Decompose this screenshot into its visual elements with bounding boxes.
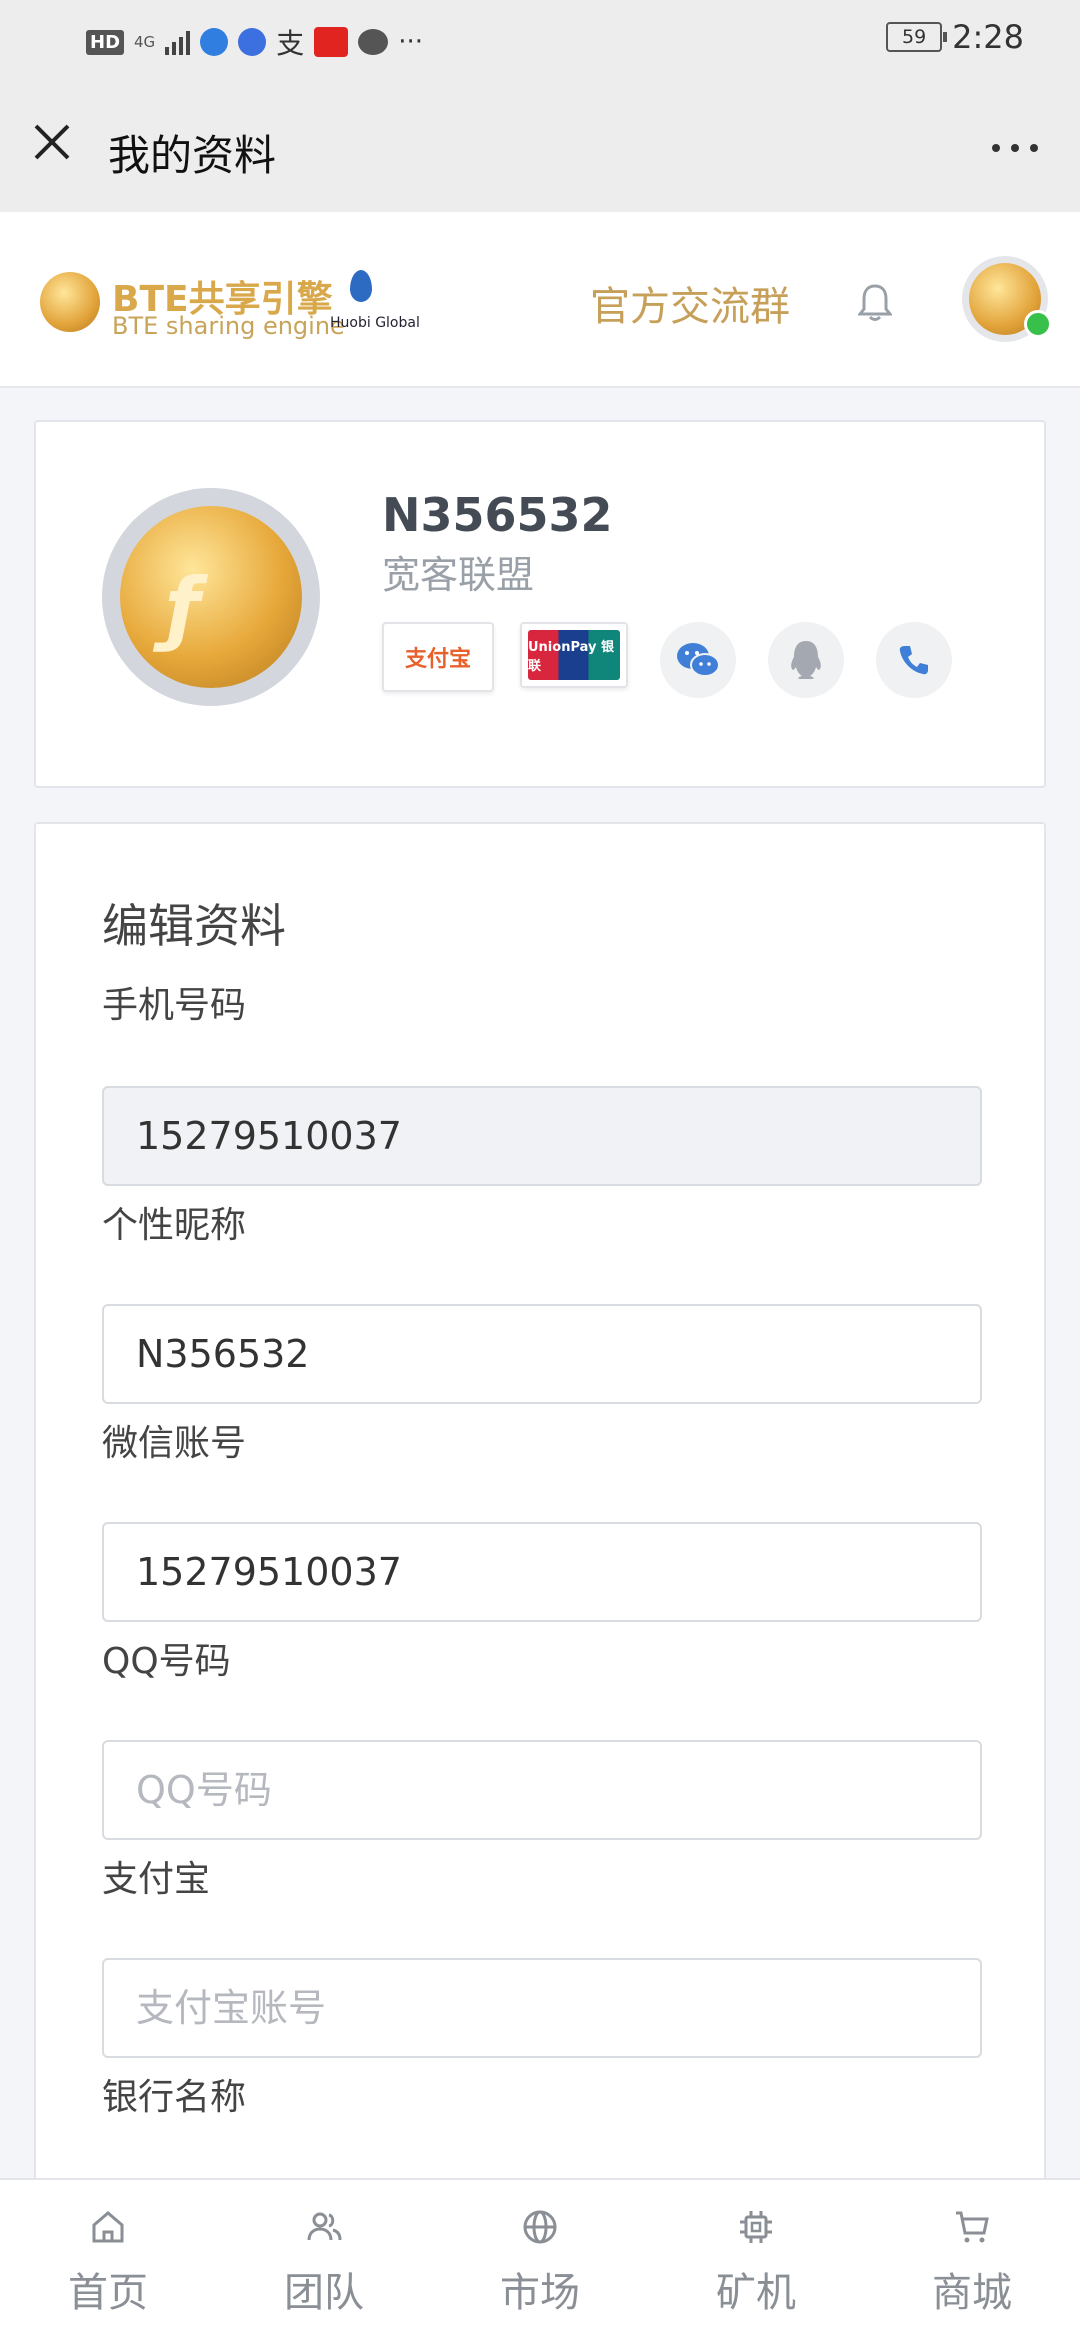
profile-card: ƒ N356532 宽客联盟 支付宝 UnionPay 银联 xyxy=(34,420,1046,788)
page-title: 我的资料 xyxy=(108,131,277,180)
baidu-icon xyxy=(238,28,267,56)
wechat-label: 微信账号 xyxy=(102,1423,247,1464)
title-bar: 我的资料 xyxy=(0,82,1080,212)
bottom-tab-bar: 首页 团队 市场 矿机 商城 xyxy=(0,2178,1080,2342)
notification-button[interactable] xyxy=(856,282,894,322)
clock: 2:28 xyxy=(952,18,1024,56)
globe-icon xyxy=(523,2210,557,2244)
nickname-field[interactable]: N356532 xyxy=(102,1304,982,1404)
tab-label: 矿机 xyxy=(716,2270,796,2316)
chip-icon xyxy=(740,2211,772,2243)
tab-store[interactable]: 商城 xyxy=(864,2180,1080,2342)
tab-label: 市场 xyxy=(500,2270,580,2316)
alipay-button[interactable]: 支付宝 xyxy=(382,622,494,692)
message-icon xyxy=(358,29,389,55)
qq-field[interactable]: QQ号码 xyxy=(102,1740,982,1840)
online-status-dot xyxy=(1024,310,1052,338)
wechat-button[interactable] xyxy=(660,622,736,698)
phone-field[interactable]: 15279510037 xyxy=(102,1086,982,1186)
alipay-icon: 支付宝 xyxy=(382,622,494,692)
unionpay-icon: UnionPay 银联 xyxy=(520,622,628,688)
profile-avatar: ƒ xyxy=(102,488,320,706)
more-menu-button[interactable] xyxy=(990,120,1040,160)
bank-label: 银行名称 xyxy=(102,2077,247,2118)
username: N356532 xyxy=(382,488,613,542)
unionpay-label: UnionPay 银联 xyxy=(528,630,620,680)
network-type: 4G xyxy=(134,33,156,51)
more-icon xyxy=(992,144,1038,152)
tab-home[interactable]: 首页 xyxy=(0,2180,216,2342)
nickname-label: 个性昵称 xyxy=(102,1205,247,1246)
edit-section-title: 编辑资料 xyxy=(102,899,286,953)
phone-label: 手机号码 xyxy=(102,985,247,1026)
official-group-link[interactable]: 官方交流群 xyxy=(590,274,790,332)
huobi-logo-icon xyxy=(350,270,372,302)
tab-team[interactable]: 团队 xyxy=(216,2180,432,2342)
tab-label: 首页 xyxy=(68,2270,148,2316)
tab-label: 商城 xyxy=(932,2270,1012,2316)
edit-profile-card: 编辑资料 手机号码 15279510037 个性昵称 N356532 微信账号 … xyxy=(34,822,1046,2222)
tab-label: 团队 xyxy=(284,2270,364,2316)
app-notify-icon xyxy=(314,27,349,57)
status-bar: HD 4G 支 ··· 59 2:28 xyxy=(0,0,1080,82)
more-notifications-icon: ··· xyxy=(398,27,423,57)
team-name: 宽客联盟 xyxy=(382,553,535,597)
team-icon xyxy=(307,2212,342,2241)
hd-icon: HD xyxy=(86,29,125,55)
bell-icon xyxy=(856,284,894,321)
close-button[interactable] xyxy=(30,120,82,172)
unionpay-button[interactable]: UnionPay 银联 xyxy=(520,622,628,688)
alipay-label: 支付宝 xyxy=(102,1859,211,1900)
close-icon xyxy=(34,124,70,160)
tab-market[interactable]: 市场 xyxy=(432,2180,648,2342)
qq-icon xyxy=(791,641,821,679)
qq-label: QQ号码 xyxy=(102,1641,231,1682)
battery-icon: 59 xyxy=(886,22,948,52)
wechat-icon xyxy=(677,643,720,677)
status-right: 59 2:28 xyxy=(886,18,1024,56)
app-header: BTE共享引擎 BTE sharing engine Huobi Global … xyxy=(0,212,1080,388)
status-icons: HD 4G 支 ··· xyxy=(86,22,423,62)
alipay-notify-icon: 支 xyxy=(276,27,305,60)
browser-icon xyxy=(200,28,229,56)
alipay-field[interactable]: 支付宝账号 xyxy=(102,1958,982,2058)
wechat-field[interactable]: 15279510037 xyxy=(102,1522,982,1622)
tab-miner[interactable]: 矿机 xyxy=(648,2180,864,2342)
logo-subtitle: BTE sharing engine xyxy=(112,312,345,340)
user-avatar[interactable] xyxy=(962,256,1052,342)
coin-logo-icon: ƒ xyxy=(120,506,302,688)
partner-name: Huobi Global xyxy=(330,315,420,331)
signal-icon xyxy=(165,29,191,55)
phone-button[interactable] xyxy=(876,622,952,698)
logo-coin-icon xyxy=(40,272,100,332)
cart-icon xyxy=(956,2211,989,2243)
phone-icon xyxy=(899,646,928,675)
home-icon xyxy=(92,2211,124,2243)
qq-button[interactable] xyxy=(768,622,844,698)
